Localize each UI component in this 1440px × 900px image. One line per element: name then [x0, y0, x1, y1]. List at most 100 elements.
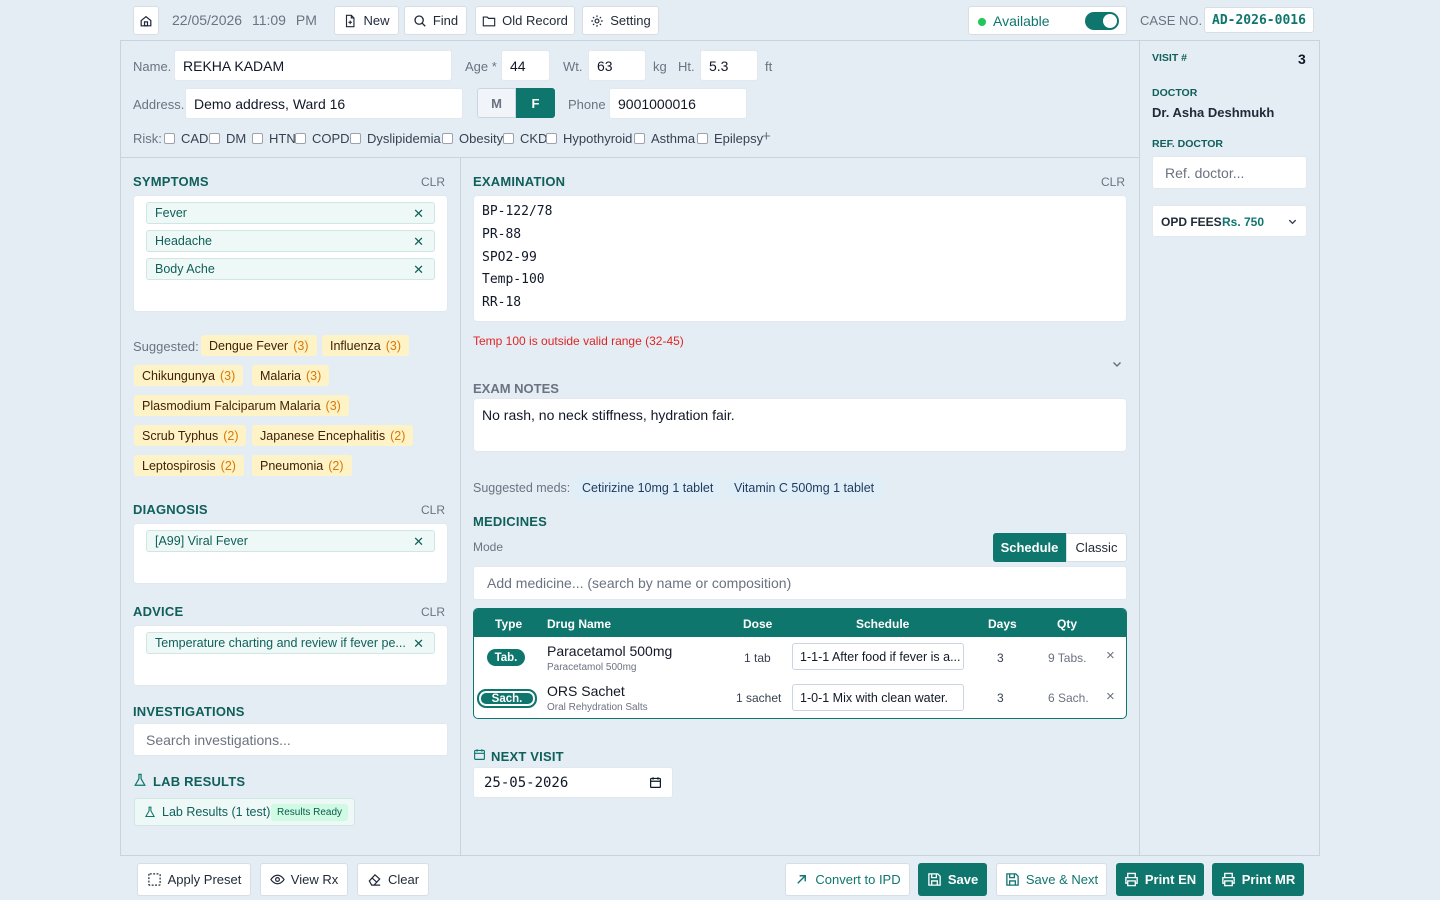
- risk-checkbox[interactable]: [209, 133, 220, 144]
- risk-checkbox[interactable]: [350, 133, 361, 144]
- top-bar: 22/05/2026 11:09 PM New Find Old Record …: [0, 0, 1440, 40]
- right-divider: [1139, 40, 1140, 856]
- setting-button[interactable]: Setting: [582, 6, 659, 35]
- phone-field[interactable]: 9001000016: [609, 88, 747, 119]
- risk-checkbox[interactable]: [442, 133, 453, 144]
- opd-fees-dropdown[interactable]: OPD FEES Rs. 750: [1152, 205, 1307, 237]
- suggested-diagnosis-chip[interactable]: Chikungunya (3): [134, 365, 244, 386]
- name-field[interactable]: REKHA KADAM: [174, 50, 452, 81]
- home-button[interactable]: [133, 6, 159, 35]
- old-record-button[interactable]: Old Record: [475, 6, 575, 35]
- symptoms-clear-button[interactable]: CLR: [421, 175, 445, 189]
- risk-checkbox[interactable]: [503, 133, 514, 144]
- next-visit-date-input[interactable]: 25-05-2026: [473, 767, 673, 798]
- suggested-diagnosis-chip[interactable]: Leptospirosis (2): [134, 455, 244, 476]
- height-field[interactable]: 5.3: [700, 50, 758, 81]
- type-badge[interactable]: Sach.: [477, 689, 537, 708]
- suggested-diagnosis-chip[interactable]: Scrub Typhus (2): [134, 425, 247, 446]
- age-field[interactable]: 44: [501, 50, 550, 81]
- address-field[interactable]: Demo address, Ward 16: [185, 88, 463, 119]
- clear-button[interactable]: Clear: [357, 863, 429, 896]
- convert-to-ipd-button[interactable]: Convert to IPD: [785, 863, 910, 896]
- suggested-diagnosis-chip[interactable]: Plasmodium Falciparum Malaria (3): [134, 395, 349, 416]
- new-button[interactable]: New: [334, 6, 399, 35]
- risk-hypothyroid[interactable]: Hypothyroid: [546, 131, 632, 146]
- risk-obesity[interactable]: Obesity: [442, 131, 503, 146]
- remove-icon[interactable]: ✕: [413, 636, 424, 652]
- remove-icon[interactable]: ✕: [413, 534, 424, 550]
- risk-asthma[interactable]: Asthma: [634, 131, 695, 146]
- suggested-diagnosis-chip[interactable]: Influenza (3): [322, 335, 410, 356]
- risk-label-text: CAD: [181, 131, 209, 146]
- risk-checkbox[interactable]: [697, 133, 708, 144]
- remove-row-icon[interactable]: ×: [1106, 647, 1115, 664]
- print-mr-button[interactable]: Print MR: [1212, 863, 1304, 896]
- advice-clear-button[interactable]: CLR: [421, 605, 445, 619]
- suggested-med-chip[interactable]: Vitamin C 500mg 1 tablet: [726, 477, 883, 499]
- suggested-diagnosis-chip[interactable]: Japanese Encephalitis (2): [252, 425, 414, 446]
- add-medicine-input[interactable]: Add medicine... (search by name or compo…: [473, 566, 1127, 600]
- remove-row-icon[interactable]: ×: [1106, 688, 1115, 705]
- print-en-button[interactable]: Print EN: [1116, 863, 1204, 896]
- drug-composition: Paracetamol 500mg: [547, 662, 637, 673]
- days[interactable]: 3: [997, 691, 1004, 705]
- suggested-diagnosis-chip[interactable]: Pneumonia (2): [252, 455, 352, 476]
- next-visit-title: NEXT VISIT: [491, 749, 564, 764]
- examination-textarea[interactable]: [473, 195, 1127, 322]
- examination-clear-button[interactable]: CLR: [1101, 175, 1125, 189]
- dose[interactable]: 1 sachet: [736, 691, 781, 705]
- days[interactable]: 3: [997, 651, 1004, 665]
- mode-classic-button[interactable]: Classic: [1066, 533, 1127, 562]
- remove-icon[interactable]: ✕: [413, 234, 424, 250]
- mode-schedule-button[interactable]: Schedule: [993, 533, 1066, 562]
- weight-field[interactable]: 63: [588, 50, 646, 81]
- chevron-down-icon[interactable]: [1111, 358, 1123, 370]
- risk-copd[interactable]: COPD: [295, 131, 350, 146]
- sex-male-button[interactable]: M: [477, 88, 516, 118]
- suggested-med-chip[interactable]: Cetirizine 10mg 1 tablet: [574, 477, 722, 499]
- calendar-picker-icon[interactable]: [649, 776, 662, 789]
- suggested-diagnosis-chip[interactable]: Malaria (3): [252, 365, 330, 386]
- risk-dyslipidemia[interactable]: Dyslipidemia: [350, 131, 441, 146]
- diagnosis-title: DIAGNOSIS: [133, 502, 208, 517]
- risk-checkbox[interactable]: [164, 133, 175, 144]
- schedule-input[interactable]: 1-0-1 Mix with clean water.: [792, 684, 964, 711]
- add-risk-button[interactable]: +: [762, 128, 771, 145]
- find-button[interactable]: Find: [404, 6, 467, 35]
- investigations-title: INVESTIGATIONS: [133, 704, 245, 719]
- remove-icon[interactable]: ✕: [413, 262, 424, 278]
- apply-preset-button[interactable]: Apply Preset: [137, 863, 251, 896]
- suggestion-name: Chikungunya: [142, 368, 215, 383]
- ref-doctor-input[interactable]: Ref. doctor...: [1152, 156, 1307, 189]
- gear-icon: [591, 14, 603, 27]
- eraser-icon: [368, 873, 381, 886]
- search-icon: [414, 14, 426, 27]
- risk-ckd[interactable]: CKD: [503, 131, 547, 146]
- type-badge[interactable]: Tab.: [487, 649, 525, 666]
- risk-cad[interactable]: CAD: [164, 131, 208, 146]
- lab-results-chip[interactable]: Lab Results (1 test) Results Ready: [134, 798, 355, 826]
- risk-epilepsy[interactable]: Epilepsy: [697, 131, 763, 146]
- diagnosis-clear-button[interactable]: CLR: [421, 503, 445, 517]
- risk-checkbox[interactable]: [295, 133, 306, 144]
- save-and-next-button[interactable]: Save & Next: [996, 863, 1107, 896]
- schedule-input[interactable]: 1-1-1 After food if fever is a...: [792, 643, 964, 670]
- suggested-diagnosis-chip[interactable]: Dengue Fever (3): [201, 335, 317, 356]
- risk-checkbox[interactable]: [634, 133, 645, 144]
- risk-checkbox[interactable]: [252, 133, 263, 144]
- risk-checkbox[interactable]: [546, 133, 557, 144]
- suggestion-name: Japanese Encephalitis: [260, 428, 386, 443]
- find-label: Find: [432, 13, 459, 28]
- risk-dm[interactable]: DM: [209, 131, 246, 146]
- availability-toggle[interactable]: [1085, 12, 1119, 30]
- remove-icon[interactable]: ✕: [413, 206, 424, 222]
- time-text: 11:09 PM: [251, 12, 317, 28]
- view-rx-button[interactable]: View Rx: [260, 863, 348, 896]
- suggestion-count: (3): [325, 398, 341, 413]
- risk-htn[interactable]: HTN: [252, 131, 296, 146]
- dose[interactable]: 1 tab: [744, 651, 771, 665]
- preset-icon: [147, 873, 161, 886]
- investigations-search-input[interactable]: Search investigations...: [133, 723, 448, 756]
- save-button[interactable]: Save: [918, 863, 987, 896]
- sex-female-button[interactable]: F: [516, 88, 555, 118]
